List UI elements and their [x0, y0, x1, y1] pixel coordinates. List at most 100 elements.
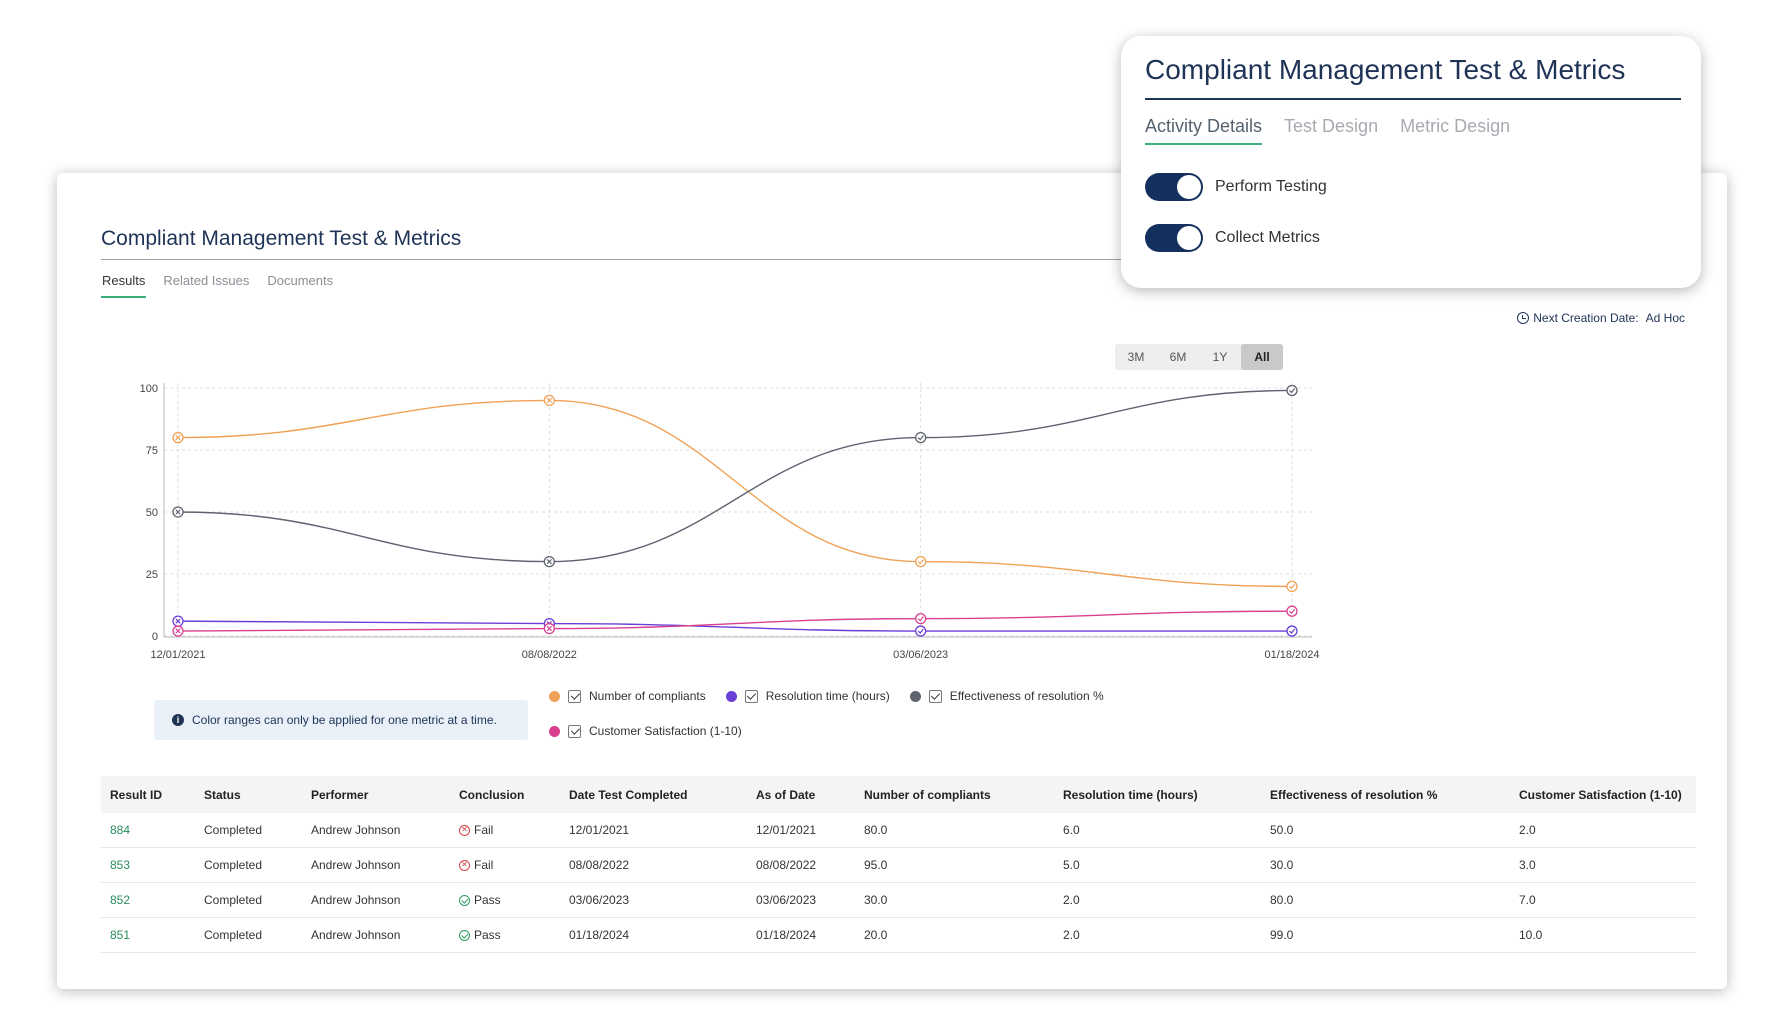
satisfaction-cell: 3.0 — [1519, 858, 1536, 872]
conclusion-cell: ✕ Fail — [450, 823, 560, 837]
info-banner: i Color ranges can only be applied for o… — [154, 700, 528, 740]
legend-checkbox[interactable] — [568, 724, 581, 738]
perform-testing-toggle[interactable] — [1145, 173, 1203, 201]
collect-metrics-row: Collect Metrics — [1145, 224, 1320, 252]
performer-cell: Andrew Johnson — [311, 823, 401, 837]
toggle-label: Perform Testing — [1215, 178, 1327, 195]
column-header[interactable]: Performer — [302, 788, 450, 802]
results-card: Compliant Management Test & Metrics Resu… — [57, 173, 1727, 989]
column-header[interactable]: Result ID — [101, 788, 195, 802]
data-point[interactable] — [915, 612, 927, 625]
column-header[interactable]: Effectiveness of resolution % — [1261, 788, 1510, 802]
fail-icon: ✕ — [459, 824, 470, 836]
data-point[interactable] — [1286, 605, 1298, 617]
tab-metric-design[interactable]: Metric Design — [1400, 116, 1510, 145]
tab-related-issues[interactable]: Related Issues — [162, 273, 250, 298]
as-of-date-cell: 12/01/2021 — [756, 823, 817, 837]
data-point[interactable] — [172, 431, 184, 444]
legend-swatch — [725, 690, 737, 702]
series-line-number-of-compliants — [177, 399, 1293, 588]
data-point[interactable] — [1286, 384, 1298, 397]
resolution-time-cell: 6.0 — [1063, 823, 1080, 837]
table-row[interactable]: 852 Completed Andrew Johnson Pass 03/06/… — [101, 883, 1696, 918]
date-completed-cell: 08/08/2022 — [569, 858, 630, 872]
fail-icon: ✕ — [459, 859, 470, 871]
data-point[interactable] — [915, 431, 927, 444]
conclusion-cell: Pass — [450, 928, 560, 942]
collect-metrics-toggle[interactable] — [1145, 224, 1203, 252]
data-point[interactable] — [172, 506, 184, 518]
effectiveness-cell: 30.0 — [1270, 858, 1294, 872]
data-point[interactable] — [1286, 625, 1298, 637]
column-header[interactable]: Customer Satisfaction (1-10) — [1510, 788, 1696, 802]
legend-item-compliants[interactable]: Number of compliants — [549, 689, 706, 703]
data-point[interactable] — [915, 555, 927, 568]
data-point-marker — [915, 612, 927, 625]
data-point-marker — [915, 555, 927, 568]
x-tick-label: 03/06/2023 — [893, 649, 948, 661]
chart-legend: Number of compliants Resolution time (ho… — [549, 688, 1199, 758]
legend-item-resolution-time[interactable]: Resolution time (hours) — [725, 689, 890, 703]
tab-results[interactable]: Results — [101, 273, 147, 298]
data-point[interactable] — [543, 622, 555, 635]
resolution-time-cell: 2.0 — [1063, 893, 1080, 907]
effectiveness-cell: 50.0 — [1270, 823, 1294, 837]
range-all-button[interactable]: All — [1241, 344, 1283, 370]
legend-swatch — [549, 725, 560, 737]
info-message: Color ranges can only be applied for one… — [192, 713, 497, 727]
result-id-link[interactable]: 852 — [101, 893, 195, 907]
data-point[interactable] — [543, 394, 555, 407]
info-icon: i — [172, 714, 184, 726]
data-point-marker — [1286, 605, 1298, 617]
legend-item-effectiveness[interactable]: Effectiveness of resolution % — [909, 689, 1104, 703]
column-header[interactable]: Status — [195, 788, 302, 802]
compliants-cell: 20.0 — [864, 928, 888, 942]
tab-activity-details[interactable]: Activity Details — [1145, 116, 1263, 145]
table-row[interactable]: 853 Completed Andrew Johnson ✕ Fail 08/08… — [101, 848, 1696, 883]
y-tick-label: 0 — [152, 631, 158, 643]
legend-checkbox[interactable] — [744, 689, 758, 703]
compliants-cell: 30.0 — [864, 893, 888, 907]
data-point[interactable] — [1286, 580, 1298, 593]
table-row[interactable]: 884 Completed Andrew Johnson ✕ Fail 12/01… — [101, 813, 1696, 848]
result-id-link[interactable]: 884 — [101, 823, 195, 837]
result-id-link[interactable]: 853 — [101, 858, 195, 872]
tab-test-design[interactable]: Test Design — [1284, 116, 1378, 145]
column-header[interactable]: Conclusion — [450, 788, 560, 802]
column-header[interactable]: As of Date — [747, 788, 855, 802]
status-cell: Completed — [204, 858, 263, 872]
next-creation-date: Next Creation Date: Ad Hoc — [1517, 311, 1685, 325]
column-header[interactable]: Resolution time (hours) — [1054, 788, 1261, 802]
data-point[interactable] — [172, 625, 184, 637]
y-tick-label: 75 — [146, 445, 158, 457]
column-header[interactable]: Number of compliants — [855, 788, 1054, 802]
result-id-link[interactable]: 851 — [101, 928, 195, 942]
legend-checkbox[interactable] — [928, 689, 942, 703]
y-tick-label: 25 — [146, 569, 158, 581]
popup-title: Compliant Management Test & Metrics — [1145, 54, 1626, 85]
conclusion-cell: Pass — [450, 893, 560, 907]
data-point-marker — [1286, 625, 1298, 637]
table-row[interactable]: 851 Completed Andrew Johnson Pass 01/18/… — [101, 918, 1696, 953]
legend-checkbox[interactable] — [568, 689, 581, 703]
performer-cell: Andrew Johnson — [311, 928, 401, 942]
data-point[interactable] — [172, 615, 184, 627]
column-header[interactable]: Date Test Completed — [560, 788, 747, 802]
tab-documents[interactable]: Documents — [266, 273, 334, 298]
status-cell: Completed — [204, 928, 263, 942]
data-point-marker — [915, 431, 927, 444]
legend-item-satisfaction[interactable]: Customer Satisfaction (1-10) — [549, 724, 742, 738]
range-3m-button[interactable]: 3M — [1115, 344, 1157, 370]
next-creation-label: Next Creation Date: — [1533, 311, 1639, 325]
range-selector: 3M 6M 1Y All — [1115, 344, 1283, 370]
pass-icon — [459, 929, 470, 941]
clock-icon — [1517, 312, 1530, 324]
data-point[interactable] — [543, 555, 555, 568]
range-1y-button[interactable]: 1Y — [1199, 344, 1241, 370]
data-point[interactable] — [915, 625, 927, 637]
status-cell: Completed — [204, 893, 263, 907]
satisfaction-cell: 7.0 — [1519, 893, 1536, 907]
data-point-marker — [915, 625, 927, 637]
range-6m-button[interactable]: 6M — [1157, 344, 1199, 370]
legend-swatch — [549, 690, 560, 702]
